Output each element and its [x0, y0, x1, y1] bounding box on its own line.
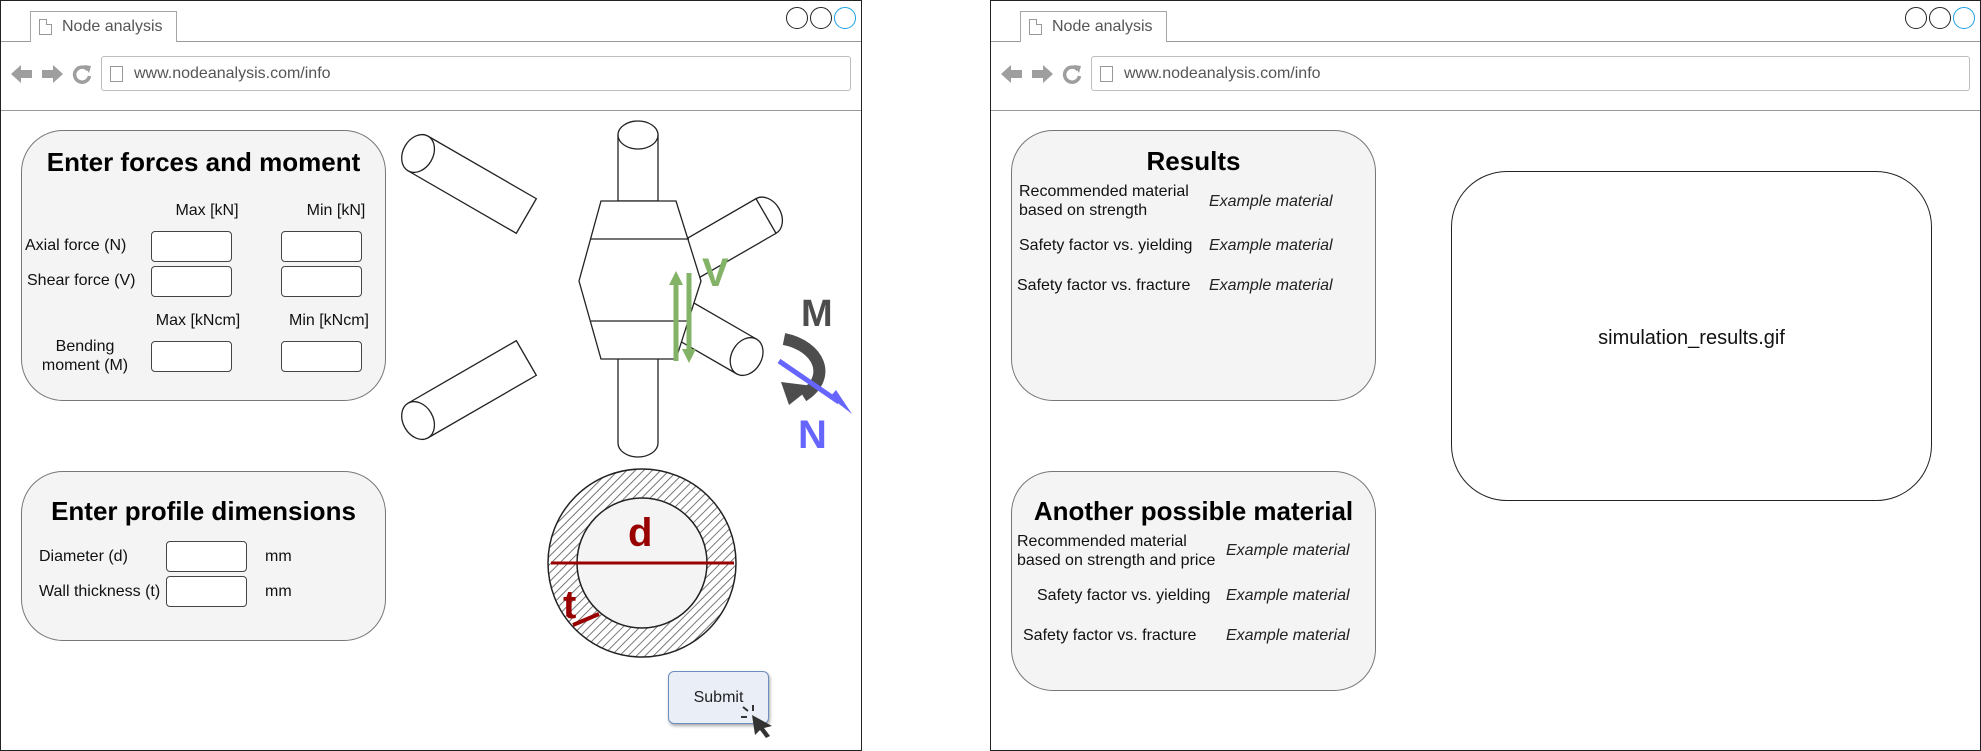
- result-label: Safety factor vs. fracture: [1017, 277, 1191, 294]
- window-button-1[interactable]: [1905, 7, 1927, 29]
- shear-symbol: V: [702, 251, 729, 295]
- result-label: Safety factor vs. yielding: [1037, 587, 1211, 604]
- panel-title: Results: [1146, 146, 1241, 176]
- result-value: Example material: [1209, 277, 1333, 294]
- result-label: Safety factor vs. fracture: [1023, 627, 1197, 644]
- axial-symbol: N: [798, 413, 827, 457]
- alternative-material-panel: Another possible material Recommended ma…: [1011, 471, 1376, 691]
- page-icon: [1029, 19, 1042, 35]
- node-member-bottom: [617, 357, 659, 458]
- node-member-top: [617, 120, 659, 202]
- result-value: Example material: [1209, 193, 1333, 210]
- result-label-line1: Recommended material: [1019, 183, 1189, 200]
- moment-arrow: [781, 333, 826, 405]
- tab-bar: Node analysis: [991, 1, 1980, 42]
- browser-window-input: Node analysis www.nodeanalysis.com/info …: [0, 0, 862, 751]
- mouse-cursor-icon: [741, 705, 772, 738]
- tube-cross-section: [547, 468, 737, 658]
- result-label: Safety factor vs. yielding: [1019, 237, 1193, 254]
- node-member-upper-left: [401, 133, 538, 235]
- result-value: Example material: [1226, 587, 1350, 604]
- result-label-line2: based on strength: [1019, 202, 1148, 219]
- forward-arrow-icon[interactable]: [1031, 64, 1053, 84]
- node-joint-hexagon: [578, 200, 702, 360]
- node-diagram: V M N d t: [401, 120, 852, 658]
- page-icon: [1100, 66, 1113, 82]
- diameter-symbol: d: [628, 511, 652, 555]
- tab-title: Node analysis: [1052, 18, 1153, 35]
- thickness-symbol: t: [563, 583, 576, 627]
- navigation-bar: www.nodeanalysis.com/info: [991, 42, 1980, 111]
- result-label-line1: Recommended material: [1017, 533, 1187, 550]
- back-arrow-icon[interactable]: [1001, 64, 1023, 84]
- result-value: Example material: [1226, 627, 1350, 644]
- node-member-lower-left: [401, 339, 538, 441]
- address-bar[interactable]: www.nodeanalysis.com/info: [1091, 56, 1970, 91]
- image-filename: simulation_results.gif: [1598, 327, 1785, 349]
- window-button-3[interactable]: [1953, 7, 1975, 29]
- result-value: Example material: [1209, 237, 1333, 254]
- url-text: www.nodeanalysis.com/info: [1124, 65, 1321, 82]
- result-label-line2: based on strength and price: [1017, 552, 1216, 569]
- results-panel: Results Recommended material based on st…: [1011, 130, 1376, 401]
- moment-symbol: M: [801, 293, 833, 335]
- result-value: Example material: [1226, 542, 1350, 559]
- window-button-2[interactable]: [1929, 7, 1951, 29]
- browser-tab[interactable]: Node analysis: [1020, 11, 1167, 42]
- browser-window-results: Node analysis www.nodeanalysis.com/info …: [990, 0, 1981, 751]
- panel-title: Another possible material: [1033, 496, 1354, 526]
- simulation-results-image: simulation_results.gif: [1451, 171, 1932, 501]
- refresh-icon[interactable]: [1062, 64, 1082, 84]
